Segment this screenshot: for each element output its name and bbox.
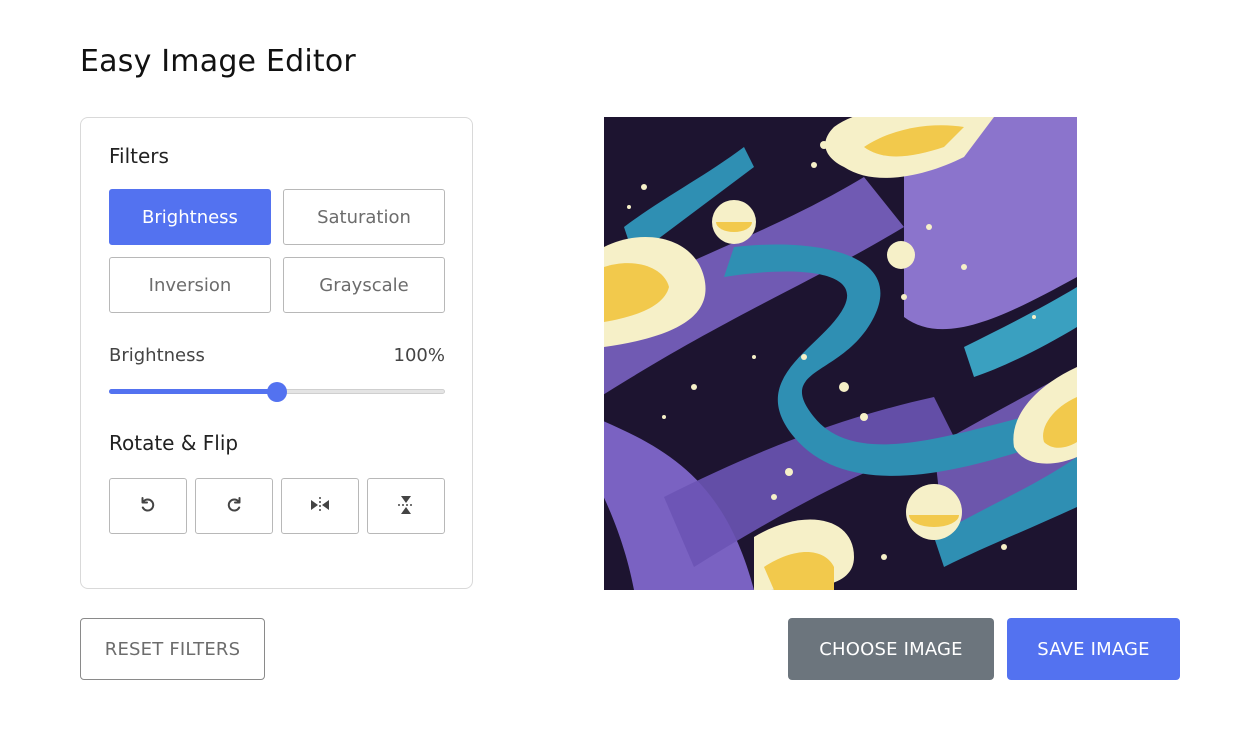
slider-info: Brightness 100% xyxy=(109,345,445,366)
slider-name: Brightness xyxy=(109,345,205,366)
editor-panel: Filters Brightness Saturation Inversion … xyxy=(80,117,473,589)
flip-vertical-button[interactable] xyxy=(367,478,445,534)
slider-value: 100% xyxy=(393,345,445,366)
slider-thumb[interactable] xyxy=(267,382,287,402)
rotate-left-icon xyxy=(138,495,158,518)
brightness-slider[interactable] xyxy=(109,382,445,402)
filter-brightness-button[interactable]: Brightness xyxy=(109,189,271,245)
flip-horizontal-button[interactable] xyxy=(281,478,359,534)
rotate-left-button[interactable] xyxy=(109,478,187,534)
slider-fill xyxy=(109,389,277,394)
save-image-button[interactable]: SAVE IMAGE xyxy=(1007,618,1180,680)
reset-filters-button[interactable]: RESET FILTERS xyxy=(80,618,265,680)
flip-vertical-icon xyxy=(396,494,416,519)
choose-image-button[interactable]: CHOOSE IMAGE xyxy=(788,618,994,680)
page-title: Easy Image Editor xyxy=(80,44,356,79)
rotate-right-icon xyxy=(224,495,244,518)
preview-artwork xyxy=(604,117,1077,590)
filter-grayscale-button[interactable]: Grayscale xyxy=(283,257,445,313)
rotate-flip-heading: Rotate & Flip xyxy=(109,431,239,455)
rotate-right-button[interactable] xyxy=(195,478,273,534)
filter-saturation-button[interactable]: Saturation xyxy=(283,189,445,245)
image-preview xyxy=(604,117,1077,590)
filters-heading: Filters xyxy=(109,144,169,168)
filter-inversion-button[interactable]: Inversion xyxy=(109,257,271,313)
flip-horizontal-icon xyxy=(309,495,331,518)
